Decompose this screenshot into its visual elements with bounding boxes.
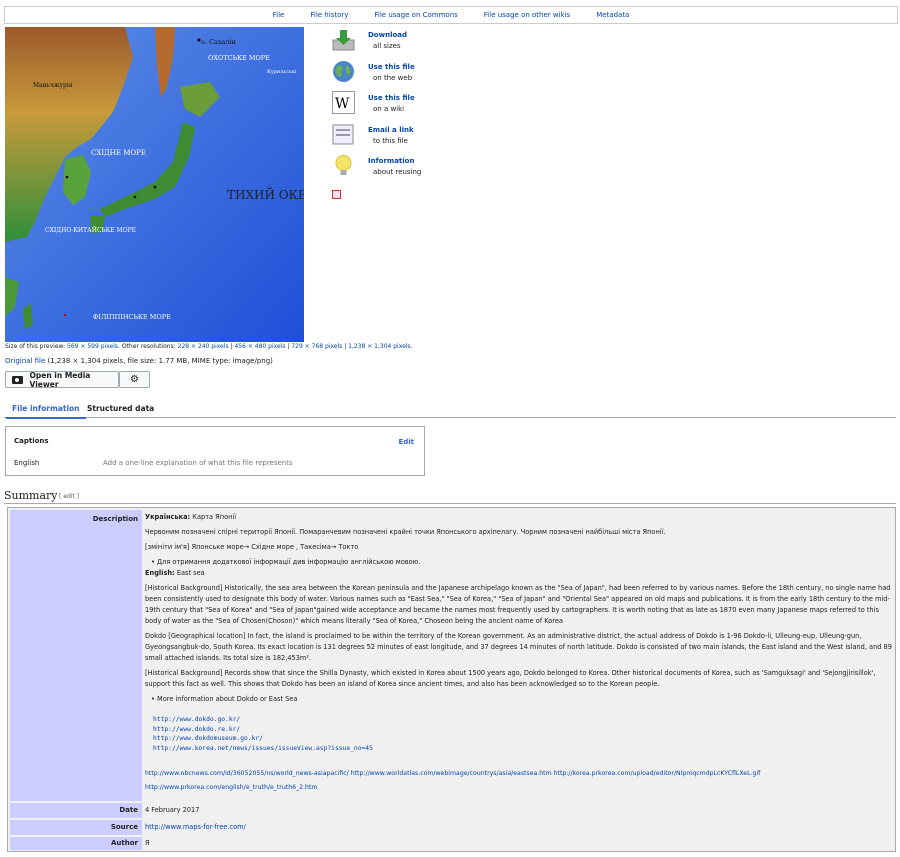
caption-language: English [14, 459, 40, 467]
summary-section-header: Summary [ edit ] [4, 489, 896, 504]
tab-file-information[interactable]: File information [6, 404, 85, 419]
original-file-details: (1,238 × 1,304 pixels, file size: 1.77 M… [47, 357, 273, 365]
email-link-action[interactable]: Email a link to this file [332, 123, 452, 155]
reuse-info-action[interactable]: Information about reusing [332, 154, 452, 186]
open-media-viewer-button[interactable]: Open in Media Viewer [5, 370, 119, 389]
globe-icon [333, 60, 354, 82]
download-link[interactable]: Download [368, 31, 407, 39]
external-link[interactable]: http://korea.prkorea.com/upload/editor/N… [554, 770, 761, 777]
source-label: Source [10, 820, 142, 835]
captions-heading: Captions [14, 437, 49, 445]
media-viewer-settings-button[interactable]: ⚙ [119, 371, 150, 388]
download-sub: all sizes [373, 42, 401, 50]
other-resolutions-label: . Other resolutions: [118, 343, 176, 350]
resolution-link[interactable]: 729 × 768 pixels [291, 343, 342, 350]
resolution-link[interactable]: 456 × 480 pixels [234, 343, 285, 350]
reference-link[interactable]: http://www.dokdo.re.kr/ [153, 725, 893, 735]
author-value: Я [145, 839, 150, 847]
use-on-wiki-link[interactable]: Use this file [368, 94, 415, 102]
use-on-wiki-sub: on a wiki [373, 105, 405, 114]
date-value: 4 February 2017 [145, 806, 200, 814]
svg-text:W: W [335, 96, 350, 112]
original-file-info: Original file (1,238 × 1,304 pixels, fil… [5, 357, 273, 365]
use-on-web-link[interactable]: Use this file [368, 63, 415, 71]
summary-heading: Summary [4, 489, 58, 502]
information-infobox: Description Українська: Карта Японії Чер… [7, 507, 896, 852]
english-label: English: [145, 569, 175, 577]
captions-panel: Captions Edit English Add a one-line exp… [5, 426, 425, 476]
use-on-web-action[interactable]: Use this file on the web [332, 60, 452, 92]
reference-link[interactable]: http://www.korea.net/news/issues/issueVi… [153, 744, 893, 754]
preview-prefix: Size of this preview: [5, 343, 66, 350]
email-link[interactable]: Email a link [368, 126, 414, 134]
preview-size-link[interactable]: 569 × 599 pixels [67, 343, 118, 350]
historical-background-text: [Historical Background] Historically, th… [145, 584, 891, 625]
resolution-link[interactable]: 228 × 240 pixels [178, 343, 229, 350]
external-link[interactable]: http://www.prkorea.com/english/e_truth/e… [145, 784, 317, 791]
file-info-tabs: File information Structured data [4, 400, 896, 419]
ukrainian-title: Карта Японії [192, 513, 237, 521]
author-label: Author [10, 837, 142, 850]
reuse-info-link[interactable]: Information [368, 157, 414, 165]
tab-metadata[interactable]: Metadata [596, 11, 629, 19]
use-on-web-sub: on the web [373, 73, 413, 82]
map-label-philippine: ФІЛІППІНСЬКЕ МОРЕ [93, 313, 171, 321]
download-icon [332, 30, 355, 51]
media-viewer-label: Open in Media Viewer [29, 370, 91, 389]
pdf-icon[interactable] [332, 190, 341, 199]
tab-file-usage-commons[interactable]: File usage on Commons [374, 11, 457, 19]
ukrainian-see-english: Для отримання додаткової інформації див … [145, 557, 893, 568]
file-actions: Download all sizes Use this file on the … [332, 28, 452, 186]
map-preview-image[interactable]: о. Сахалін ОХОТСЬКЕ МОРЕ Курильські Мань… [5, 27, 304, 342]
english-title: East sea [176, 569, 205, 577]
map-label-pacific: ТИХИЙ ОКЕАН [227, 186, 304, 202]
resolution-link[interactable]: 1,238 × 1,304 pixels [348, 343, 410, 350]
reference-url-list: http://www.dokdo.go.kr/ http://www.dokdo… [153, 715, 893, 754]
description-value: Українська: Карта Японії Червоним познач… [145, 512, 893, 797]
map-label-east-china: СХІДНО-КИТАЙСЬКЕ МОРЕ [45, 226, 136, 234]
camera-icon [12, 375, 23, 384]
historical-background-text-2: [Historical Background] Records show tha… [145, 669, 876, 688]
reference-link[interactable]: http://www.dokdo.go.kr/ [153, 715, 893, 725]
reference-link[interactable]: http://www.dokdomuseum.go.kr/ [153, 734, 893, 744]
download-action[interactable]: Download all sizes [332, 28, 452, 60]
tab-file-history[interactable]: File history [310, 11, 348, 19]
original-file-link[interactable]: Original file [5, 357, 45, 365]
captions-edit-button[interactable]: Edit [398, 438, 414, 446]
gear-icon: ⚙ [130, 374, 139, 385]
wiki-icon: W [332, 91, 355, 115]
summary-edit-link[interactable]: [ edit ] [59, 493, 79, 500]
tab-file-usage-other-wikis[interactable]: File usage on other wikis [484, 11, 570, 19]
caption-placeholder[interactable]: Add a one-line explanation of what this … [103, 459, 293, 467]
ukrainian-label: Українська: [145, 513, 191, 521]
tab-structured-data[interactable]: Structured data [87, 404, 154, 413]
description-label: Description [10, 510, 142, 801]
reuse-info-sub: about reusing [373, 168, 422, 177]
ukrainian-rename-note: [змініти ім'я] Японське море→ Східне мор… [145, 543, 359, 551]
map-label-manchuria: Маньчжурія [33, 82, 73, 89]
map-label-kuriles: Курильські [267, 69, 297, 75]
map-label-sakhalin: о. Сахалін [201, 38, 236, 46]
preview-resolutions: Size of this preview: 569 × 599 pixels. … [5, 343, 413, 350]
more-info-item: More information about Dokdo or East Sea [145, 694, 893, 705]
tab-file[interactable]: File [273, 11, 285, 19]
source-link[interactable]: http://www.maps-for-free.com/ [145, 822, 893, 833]
geographical-location-text: Dokdo [Geographical location] In fact, t… [145, 632, 892, 662]
external-link[interactable]: http://www.worldatlas.com/webimage/count… [351, 770, 552, 777]
email-icon [332, 124, 354, 145]
map-label-east-sea: СХІДНЕ МОРЕ [91, 149, 146, 157]
ukrainian-text: Червоним позначені спірні території Япон… [145, 528, 666, 536]
file-page-nav: File File history File usage on Commons … [4, 6, 898, 24]
date-label: Date [10, 803, 142, 818]
use-on-wiki-action[interactable]: W Use this file on a wiki [332, 91, 452, 123]
map-label-okhotsk: ОХОТСЬКЕ МОРЕ [208, 54, 270, 62]
external-link[interactable]: http://www.nbcnews.com/id/36052055/ns/wo… [145, 770, 349, 777]
email-sub: to this file [373, 136, 408, 145]
lightbulb-icon [335, 155, 352, 176]
